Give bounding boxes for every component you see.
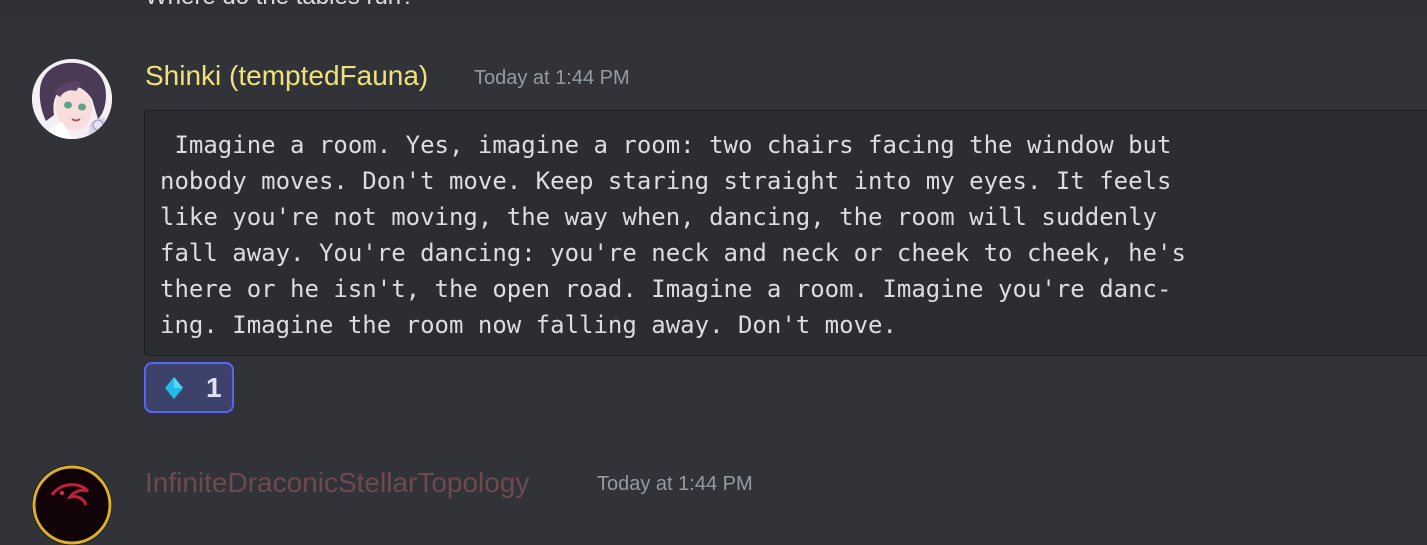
message-username[interactable]: InfiniteDraconicStellarTopology xyxy=(145,467,529,499)
reaction-button[interactable]: 1 xyxy=(144,362,234,413)
blue-diamond-icon xyxy=(165,376,183,399)
code-block-text: Imagine a room. Yes, imagine a room: two… xyxy=(160,131,1186,339)
previous-message-tail: Where do the tables run? xyxy=(0,0,1427,16)
previous-message-text: Where do the tables run? xyxy=(145,0,415,11)
anime-character-avatar-icon xyxy=(32,59,112,139)
dragon-avatar-icon xyxy=(32,465,112,545)
code-block: Imagine a room. Yes, imagine a room: two… xyxy=(144,110,1427,356)
avatar[interactable] xyxy=(32,59,112,139)
message-timestamp[interactable]: Today at 1:44 PM xyxy=(474,67,630,90)
message-username[interactable]: Shinki (temptedFauna) xyxy=(145,60,428,92)
avatar[interactable] xyxy=(32,465,112,545)
next-chat-message: InfiniteDraconicStellarTopology Today at… xyxy=(0,450,1427,545)
reaction-count: 1 xyxy=(206,371,222,403)
